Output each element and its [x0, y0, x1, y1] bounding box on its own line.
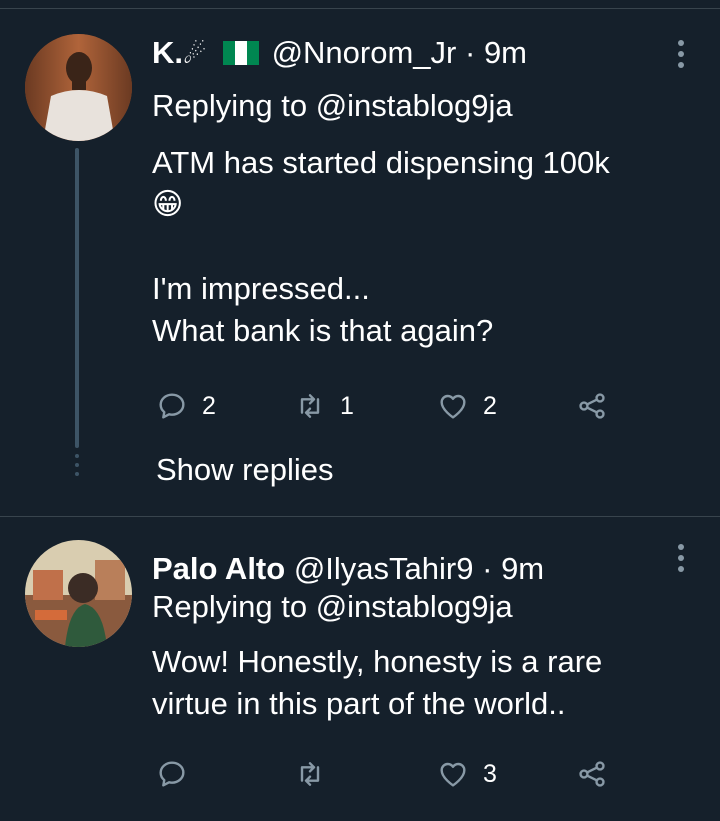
reply-button[interactable] — [156, 756, 202, 792]
display-name[interactable]: K. — [152, 35, 183, 70]
thread-dots — [75, 454, 79, 481]
share-icon — [579, 761, 605, 787]
heart-icon — [440, 394, 466, 419]
separator-dot: · — [482, 551, 493, 586]
tweet-text-line: virtue in this part of the world.. — [152, 686, 566, 721]
tweet-1[interactable]: K.☄ @Nnorom_Jr · 9m Replying to @instabl… — [0, 0, 720, 516]
share-icon — [579, 393, 605, 419]
tweet-text-line: ATM has started dispensing 100k — [152, 145, 610, 180]
retweet-button[interactable]: 1 — [294, 388, 354, 424]
like-button[interactable]: 3 — [437, 756, 497, 792]
replying-to[interactable]: Replying to @instablog9ja — [152, 87, 513, 125]
tweet-text-line: I'm impressed... — [152, 271, 370, 306]
user-handle[interactable]: @Nnorom_Jr — [272, 35, 457, 70]
reply-icon — [159, 761, 185, 787]
tweet-header: Palo Alto @IlyasTahir9 · 9m — [152, 550, 544, 588]
reply-icon — [159, 393, 185, 419]
comet-emoji: ☄ — [183, 39, 207, 69]
avatar-nnorom[interactable] — [25, 34, 132, 141]
tweet-text: Wow! Honestly, honesty is a rare virtue … — [152, 641, 602, 725]
reply-button[interactable]: 2 — [156, 388, 216, 424]
tweet-text-line: Wow! Honestly, honesty is a rare — [152, 644, 603, 679]
retweet-icon — [300, 394, 320, 418]
share-button[interactable] — [576, 756, 608, 792]
timestamp[interactable]: 9m — [501, 551, 544, 586]
retweet-icon — [300, 762, 320, 786]
more-options-icon[interactable] — [678, 544, 686, 577]
retweet-count: 1 — [340, 391, 354, 420]
tweet-text-blank — [152, 226, 610, 268]
display-name[interactable]: Palo Alto — [152, 551, 285, 586]
tweet-actions: 3 — [156, 756, 626, 792]
share-button[interactable] — [576, 388, 608, 424]
show-replies-link[interactable]: Show replies — [156, 452, 333, 488]
retweet-button[interactable] — [294, 756, 340, 792]
heart-icon — [440, 762, 466, 787]
thread-line — [75, 148, 79, 448]
timestamp[interactable]: 9m — [484, 35, 527, 70]
grin-emoji: 😁 — [152, 188, 184, 221]
tweet-2[interactable]: Palo Alto @IlyasTahir9 · 9m Replying to … — [0, 516, 720, 821]
nigeria-flag-icon — [222, 41, 259, 65]
tweet-header: K.☄ @Nnorom_Jr · 9m — [152, 34, 527, 73]
like-count: 3 — [483, 759, 497, 788]
like-count: 2 — [483, 391, 497, 420]
separator-dot: · — [464, 35, 476, 70]
tweet-text-line: What bank is that again? — [152, 313, 494, 348]
reply-count: 2 — [202, 391, 216, 420]
tweet-actions: 2 1 2 — [156, 388, 626, 424]
more-options-icon[interactable] — [678, 40, 686, 73]
replying-to[interactable]: Replying to @instablog9ja — [152, 588, 513, 626]
user-handle[interactable]: @IlyasTahir9 — [294, 551, 474, 586]
avatar-paloalto[interactable] — [25, 540, 132, 647]
like-button[interactable]: 2 — [437, 388, 497, 424]
tweet-text: ATM has started dispensing 100k 😁 I'm im… — [152, 142, 610, 352]
